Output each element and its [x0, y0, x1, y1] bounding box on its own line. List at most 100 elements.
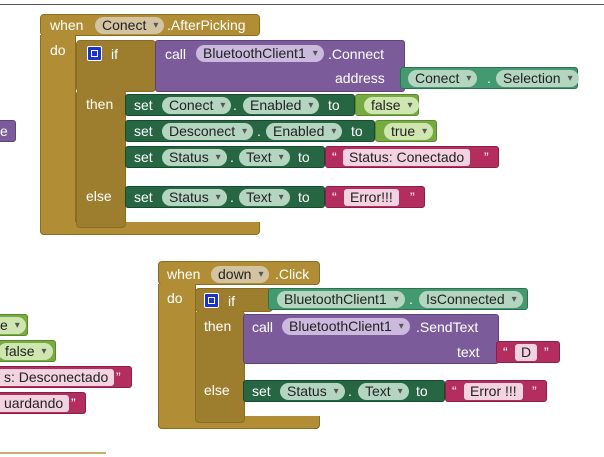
set-keyword: set — [134, 97, 153, 113]
if-spine: then else — [76, 90, 126, 228]
setter-component-dropdown[interactable]: Status — [162, 189, 227, 206]
set-status-text-error-block[interactable]: set Status . Text to — [125, 186, 325, 208]
if-keyword: if — [228, 293, 235, 309]
setter-component-dropdown[interactable]: Conect — [162, 97, 232, 114]
set-desconect-enabled-block[interactable]: set Desconect . Enabled to — [125, 120, 375, 142]
if-spine: then else — [195, 311, 245, 423]
logic-false-block[interactable]: false — [355, 94, 419, 116]
event-name: .AfterPicking — [167, 17, 246, 33]
logic-true-block[interactable]: true — [375, 120, 437, 142]
set-status-text-error-block[interactable]: set Status . Text to — [243, 380, 445, 402]
getter-property-dropdown[interactable]: Selection — [496, 70, 579, 87]
text-string-block[interactable]: “ D ” — [496, 341, 560, 363]
to-keyword: to — [298, 189, 310, 205]
getter-dot: . — [487, 70, 491, 86]
event-body-spine: do — [158, 284, 196, 429]
then-keyword: then — [86, 96, 114, 112]
setter-property-dropdown[interactable]: Text — [239, 149, 290, 166]
to-keyword: to — [298, 149, 310, 165]
close-quote: ” — [71, 395, 76, 411]
set-conect-enabled-block[interactable]: set Conect . Enabled to — [125, 94, 355, 116]
partial-dropdown[interactable]: false — [0, 343, 53, 360]
setter-property-dropdown[interactable]: Text — [239, 189, 290, 206]
call-method-name: .Connect — [328, 46, 385, 62]
partial-dropdown[interactable]: e — [0, 317, 26, 334]
setter-component-dropdown[interactable]: Status — [162, 149, 227, 166]
event-block-down-click[interactable]: when down .Click — [158, 261, 320, 285]
text-string-block[interactable]: “ Status: Conectado ” — [325, 146, 499, 168]
call-component-dropdown[interactable]: BluetoothClient1 — [196, 45, 324, 62]
to-keyword: to — [328, 97, 340, 113]
text-value-field[interactable]: Error !!! — [464, 383, 523, 400]
close-quote: ” — [484, 149, 489, 165]
do-keyword: do — [50, 42, 66, 58]
text-string-block[interactable]: “ Error !!! ” — [445, 380, 547, 402]
setter-dot: . — [233, 97, 237, 113]
then-keyword: then — [204, 318, 232, 334]
partial-logic-block[interactable]: e — [0, 314, 28, 336]
when-keyword: when — [167, 266, 201, 282]
getter-component-dropdown[interactable]: BluetoothClient1 — [277, 291, 405, 308]
when-keyword: when — [50, 17, 84, 33]
else-keyword: else — [86, 188, 112, 204]
text-label: text — [457, 344, 480, 360]
setter-dot: . — [230, 189, 234, 205]
set-status-text-block[interactable]: set Status . Text to — [125, 146, 325, 168]
partial-text-field[interactable]: s: Desconectado — [0, 369, 115, 386]
event-block-conect-afterpicking[interactable]: when Conect .AfterPicking — [40, 14, 260, 36]
if-block[interactable]: if — [76, 40, 156, 92]
call-connect-block[interactable]: call BluetoothClient1 .Connect address — [155, 40, 405, 92]
event-name: .Click — [275, 266, 310, 282]
partial-text-field[interactable]: uardando — [0, 395, 70, 412]
do-keyword: do — [167, 290, 183, 306]
set-keyword: set — [134, 123, 153, 139]
text-value-field[interactable]: D — [515, 344, 538, 361]
address-label: address — [335, 70, 385, 86]
setter-dot: . — [348, 383, 352, 399]
partial-block-edge — [0, 452, 106, 454]
getter-component-dropdown[interactable]: Conect — [408, 70, 478, 87]
open-quote: “ — [332, 189, 337, 205]
partial-text-block[interactable]: s: Desconectado ” — [0, 366, 132, 388]
call-method-name: .SendText — [416, 319, 479, 335]
if-block[interactable]: if — [195, 288, 273, 312]
setter-property-dropdown[interactable]: Text — [358, 383, 409, 400]
call-keyword: call — [252, 319, 274, 335]
call-component-dropdown[interactable]: BluetoothClient1 — [282, 318, 410, 335]
open-quote: “ — [332, 149, 337, 165]
set-keyword: set — [252, 383, 271, 399]
mutator-gear-icon[interactable] — [87, 46, 102, 61]
event-body-spine: do — [40, 35, 76, 235]
text-value-field[interactable]: Error!!! — [344, 189, 399, 206]
close-quote: ” — [116, 369, 121, 385]
open-quote: “ — [503, 344, 508, 360]
text-string-block[interactable]: “ Error!!! ” — [325, 186, 425, 208]
logic-value-dropdown[interactable]: false — [364, 97, 419, 114]
to-keyword: to — [416, 383, 428, 399]
else-keyword: else — [204, 382, 230, 398]
text-value-field[interactable]: Status: Conectado — [343, 149, 471, 166]
partial-label: e — [0, 123, 8, 139]
setter-dot: . — [257, 123, 261, 139]
mutator-gear-icon[interactable] — [204, 293, 219, 308]
open-quote: “ — [452, 383, 457, 399]
partial-text-block[interactable]: uardando ” — [0, 392, 86, 414]
setter-component-dropdown[interactable]: Status — [280, 383, 345, 400]
setter-property-dropdown[interactable]: Enabled — [243, 97, 320, 114]
component-dropdown[interactable]: Conect — [95, 17, 165, 34]
getter-property-dropdown[interactable]: IsConnected — [419, 291, 523, 308]
setter-component-dropdown[interactable]: Desconect — [162, 123, 254, 140]
partial-logic-false-block[interactable]: false — [0, 340, 56, 362]
call-sendtext-block[interactable]: call BluetoothClient1 .SendText text — [243, 314, 499, 364]
if-keyword: if — [111, 46, 118, 62]
logic-value-dropdown[interactable]: true — [384, 123, 434, 140]
get-isconnected-block[interactable]: BluetoothClient1 . IsConnected — [268, 288, 528, 310]
to-keyword: to — [351, 123, 363, 139]
partial-call-block[interactable]: e — [0, 120, 16, 142]
event-footer — [40, 222, 260, 235]
get-conect-selection-block[interactable]: Conect . Selection — [400, 67, 579, 89]
call-keyword: call — [165, 46, 187, 62]
set-keyword: set — [134, 189, 153, 205]
component-dropdown[interactable]: down — [211, 266, 270, 283]
setter-property-dropdown[interactable]: Enabled — [266, 123, 343, 140]
